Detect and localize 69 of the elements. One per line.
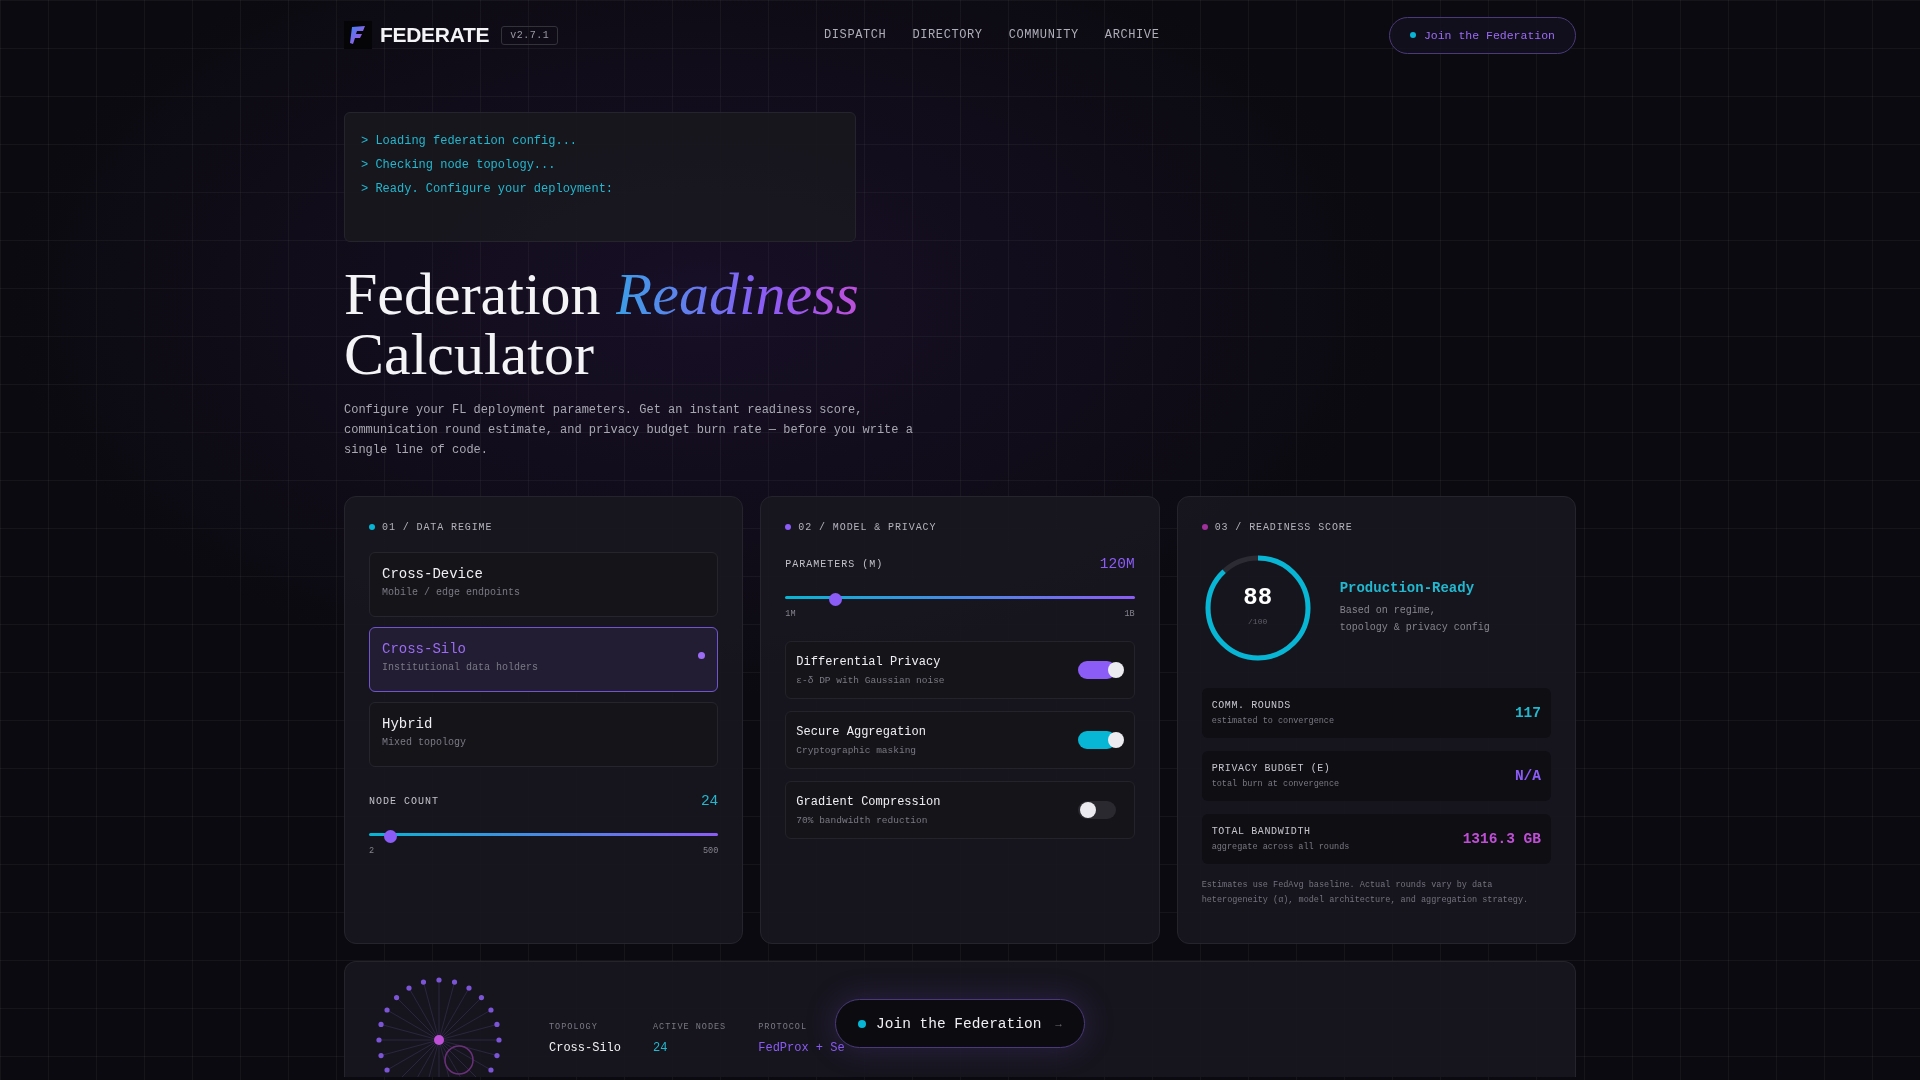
card-heading: 03 / READINESS SCORE [1214, 521, 1353, 533]
stat-value: Cross-Silo [549, 1041, 621, 1055]
metric-value: 117 [1514, 705, 1541, 721]
toggle-title: Secure Aggregation [796, 724, 926, 739]
verdict-note: Based on regime, [1339, 604, 1437, 618]
metric-caption: total burn at convergence [1211, 779, 1340, 789]
slider-thumb[interactable] [384, 830, 398, 843]
option-title: Cross-Device [382, 566, 483, 582]
card-heading: 01 / DATA REGIME [382, 521, 493, 533]
stat-label: TOPOLOGY [549, 1022, 599, 1032]
slider-value: 24 [700, 793, 719, 809]
regime-option[interactable]: Cross-Device Mobile / edge endpoints [369, 552, 719, 617]
metric-caption: estimated to convergence [1211, 716, 1335, 726]
regime-option[interactable]: Cross-Silo Institutional data holders [369, 627, 719, 692]
slider-min-label: 1M [785, 609, 796, 619]
metric-caption: aggregate across all rounds [1211, 842, 1350, 852]
status-dot [369, 524, 375, 530]
stat-label: PROTOCOL [758, 1022, 809, 1032]
metric-label: PRIVACY BUDGET (E) [1211, 763, 1332, 774]
card-heading: 02 / MODEL & PRIVACY [798, 521, 937, 533]
option-subtitle: Institutional data holders [382, 662, 539, 673]
toggle-switch[interactable] [1077, 660, 1124, 680]
metric-label: TOTAL BANDWIDTH [1211, 826, 1312, 837]
option-subtitle: Mixed topology [382, 737, 466, 748]
readiness-verdict: Production-Ready [1339, 580, 1476, 596]
option-subtitle: Mobile / edge endpoints [382, 587, 521, 598]
terminal-line: > Ready. Configure your deployment: [361, 181, 615, 198]
score-value: 88 [1242, 584, 1274, 611]
estimate-footnote: Estimates use FedAvg baseline. Actual rounds vary by data heterogeneity (α), model architecture, and aggregation strategy. [1201, 879, 1530, 907]
slider-thumb[interactable] [828, 593, 842, 606]
version-badge: v2.7.1 [501, 25, 559, 45]
page-title: Federation Readiness Calculator [344, 264, 1576, 384]
metric-value: 1316.3 GB [1462, 831, 1541, 847]
terminal-line: > Loading federation config... [361, 133, 579, 150]
join-button[interactable]: Join the Federation [1388, 16, 1576, 54]
stat-label: ACTIVE NODES [653, 1022, 727, 1032]
regime-option[interactable]: Hybrid Mixed topology [369, 702, 719, 767]
slider-min-label: 2 [369, 846, 375, 856]
terminal-line: > Checking node topology... [361, 157, 557, 174]
page-description: Configure your FL deployment parameters. Get an instant readiness score, communication round estimate, and privacy budget burn rate — before you write a single line of code. [344, 402, 914, 459]
option-title: Cross-Silo [382, 641, 466, 657]
logo-icon [344, 21, 372, 49]
toggle-subtitle: ε-δ DP with Gaussian noise [796, 674, 945, 686]
toggle-title: Differential Privacy [796, 654, 942, 669]
slider-track[interactable] [785, 593, 1135, 607]
slider-max-label: 1B [1124, 609, 1135, 619]
selected-dot [698, 652, 706, 659]
slider-label: NODE COUNT [369, 795, 439, 807]
option-title: Hybrid [382, 716, 433, 732]
verdict-note: topology & privacy config [1339, 621, 1490, 635]
toggle-title: Gradient Compression [796, 794, 941, 809]
brand-name: FEDERATE [380, 23, 490, 47]
metric-value: N/A [1514, 768, 1541, 784]
nav-link[interactable]: DIRECTORY [912, 28, 983, 42]
status-dot [1201, 524, 1208, 530]
slider-max-label: 500 [703, 846, 719, 856]
toggle-subtitle: 70% bandwidth reduction [796, 814, 929, 826]
nav-link[interactable]: ARCHIVE [1104, 28, 1160, 42]
score-scale: /100 [1247, 617, 1269, 626]
toggle-subtitle: Cryptographic masking [796, 744, 918, 756]
nav-link[interactable]: COMMUNITY [1008, 28, 1079, 42]
nav-link[interactable]: DISPATCH [824, 28, 887, 42]
metric-label: COMM. ROUNDS [1211, 700, 1292, 711]
stat-value: 24 [653, 1041, 669, 1055]
slider-track[interactable] [369, 830, 719, 844]
slider-value: 120M [1099, 556, 1135, 572]
toggle-switch[interactable] [1077, 730, 1124, 750]
slider-label: PARAMETERS (M) [785, 558, 884, 570]
status-dot [785, 524, 792, 530]
